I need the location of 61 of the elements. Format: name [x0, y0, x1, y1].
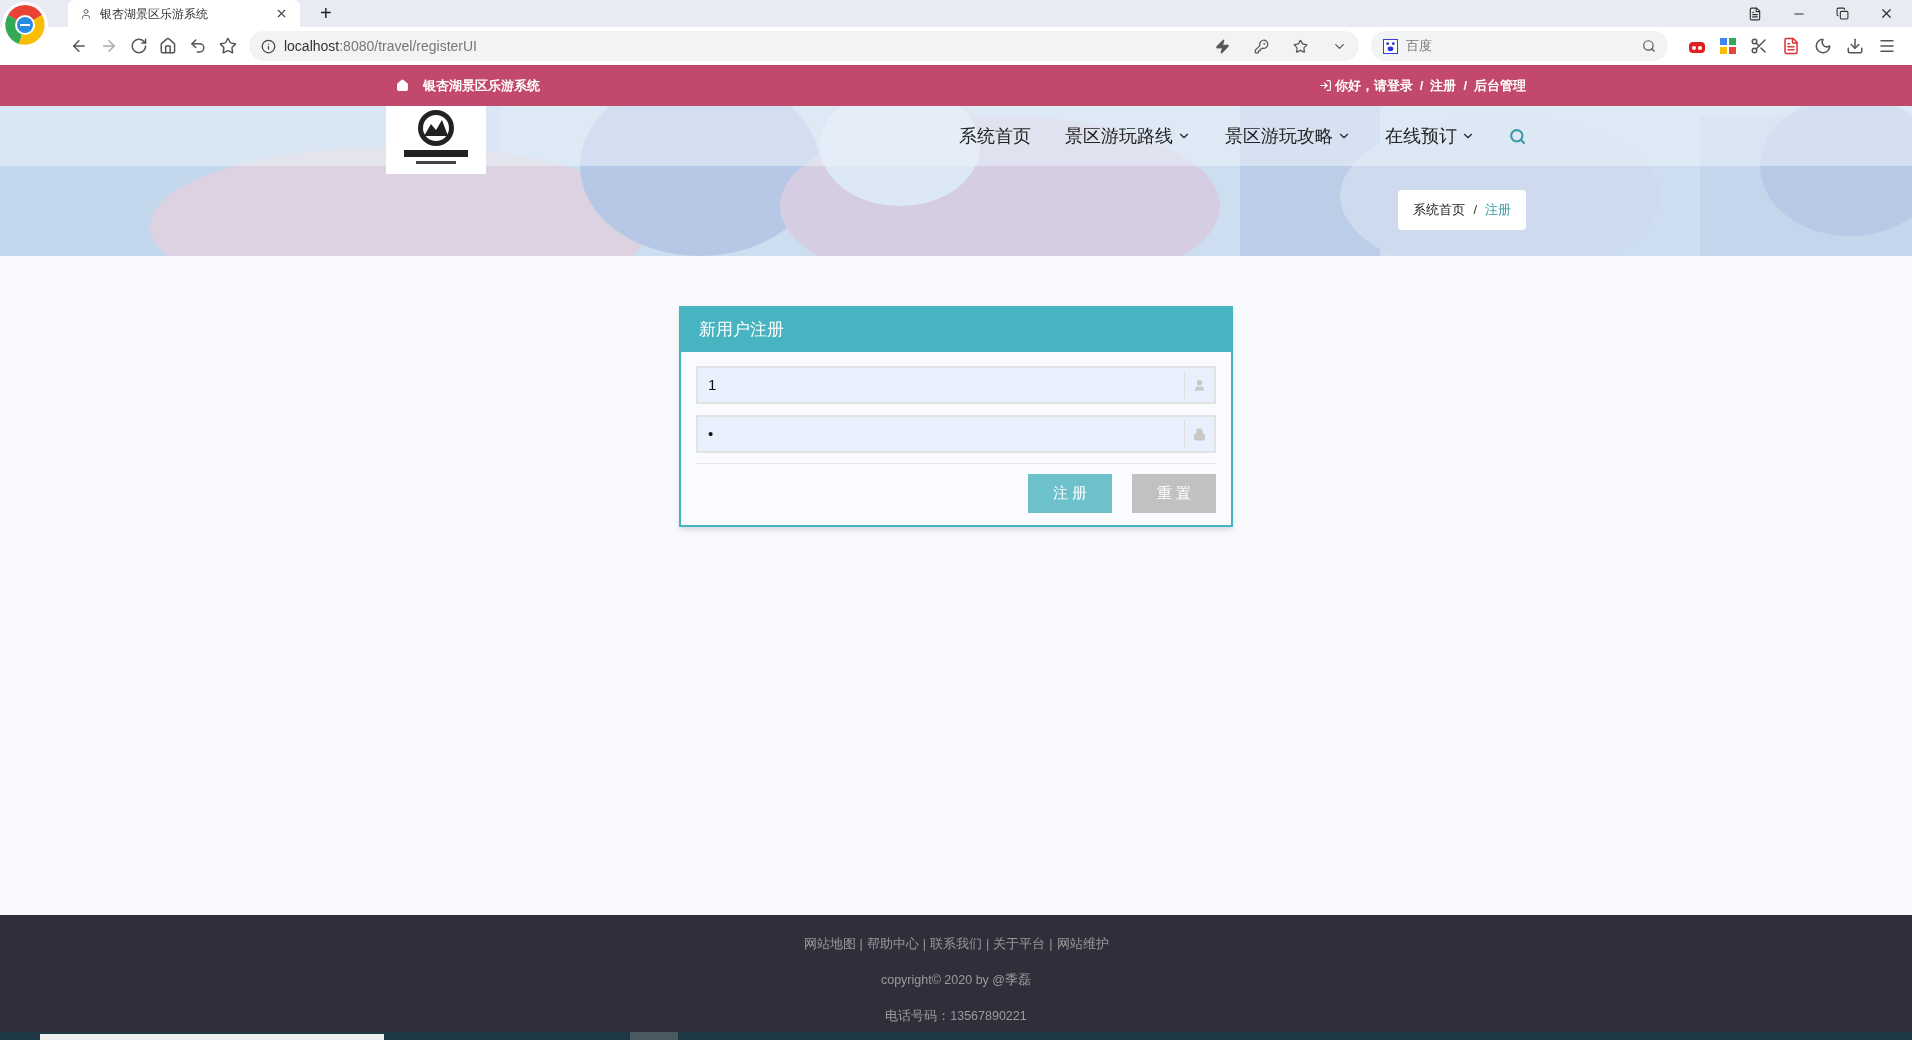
separator: | [986, 936, 990, 953]
back-icon[interactable] [70, 37, 88, 55]
url-text: localhost:8080/travel/registerUI [283, 36, 478, 56]
tab-favicon-icon [80, 7, 92, 20]
footer-link[interactable]: 联系我们 [930, 935, 982, 954]
field-value: 1 [707, 374, 718, 395]
footer-link[interactable]: 关于平台 [993, 935, 1046, 954]
separator: | [1049, 936, 1053, 953]
search-bar[interactable]: 百度 [1370, 31, 1668, 61]
nav-link[interactable]: 景区游玩攻略 [1225, 122, 1351, 150]
field-value: • [707, 423, 715, 444]
site-name: 银杏湖景区乐游系统 [423, 76, 540, 95]
nav-link[interactable]: 景区游玩路线 [1065, 122, 1191, 150]
close-window-icon[interactable] [1879, 6, 1894, 21]
address-bar[interactable]: localhost:8080/travel/registerUI [248, 31, 1359, 61]
top-link[interactable]: 你好，请登录 [1334, 75, 1413, 96]
home-icon [396, 79, 409, 92]
separator: / [1463, 76, 1467, 95]
breadcrumb-link[interactable]: 注册 [1485, 200, 1511, 220]
footer-link[interactable]: 网站维护 [1056, 935, 1109, 954]
download-icon[interactable] [1846, 37, 1864, 55]
logo-icon[interactable] [386, 106, 486, 174]
apps-grid-icon[interactable] [1720, 38, 1736, 54]
nav-link[interactable]: 在线预订 [1385, 122, 1475, 150]
footer-link[interactable]: 帮助中心 [866, 935, 919, 954]
separator: | [922, 936, 926, 953]
undo-icon[interactable] [189, 37, 208, 55]
reload-icon[interactable] [129, 37, 148, 55]
lightning-icon[interactable] [1214, 38, 1230, 54]
phone-text: 电话号码：13567890221 [885, 1007, 1027, 1025]
home-icon[interactable] [159, 37, 178, 55]
breadcrumb-link[interactable]: 系统首页 [1413, 200, 1466, 220]
menu-icon[interactable] [1878, 37, 1896, 55]
nav-link[interactable]: 系统首页 [959, 122, 1031, 150]
search-icon[interactable] [1642, 39, 1656, 53]
input-field[interactable]: • [696, 415, 1216, 453]
bookmark-icon[interactable] [1292, 38, 1308, 54]
user-icon [1193, 378, 1206, 392]
top-link[interactable]: 后台管理 [1474, 75, 1526, 96]
footer-link[interactable]: 网站地图 [803, 935, 856, 954]
tab-title: 银杏湖景区乐游系统 [100, 5, 209, 23]
separator: / [1419, 76, 1424, 95]
star-icon[interactable] [219, 37, 237, 55]
login-icon [1318, 79, 1332, 92]
copyright-text: copyright© 2020 by @季磊 [880, 971, 1032, 989]
input-field[interactable]: 1 [696, 366, 1216, 404]
separator: / [1473, 201, 1477, 220]
separator: | [859, 936, 863, 953]
restore-icon[interactable] [1836, 7, 1849, 20]
panel-title: 新用户注册 [699, 319, 784, 342]
close-icon[interactable] [275, 7, 288, 20]
info-icon [260, 38, 276, 54]
lock-icon [1193, 427, 1206, 441]
search-icon[interactable] [1509, 127, 1526, 145]
key-icon[interactable] [1253, 38, 1269, 54]
new-tab-button[interactable]: + [320, 3, 332, 23]
moon-icon[interactable] [1814, 37, 1832, 55]
top-link[interactable]: 注册 [1430, 75, 1457, 96]
scissors-icon[interactable] [1750, 37, 1768, 55]
search-field[interactable]: 百度 [1405, 36, 1634, 56]
browser-tab[interactable]: 银杏湖景区乐游系统 [68, 0, 300, 27]
